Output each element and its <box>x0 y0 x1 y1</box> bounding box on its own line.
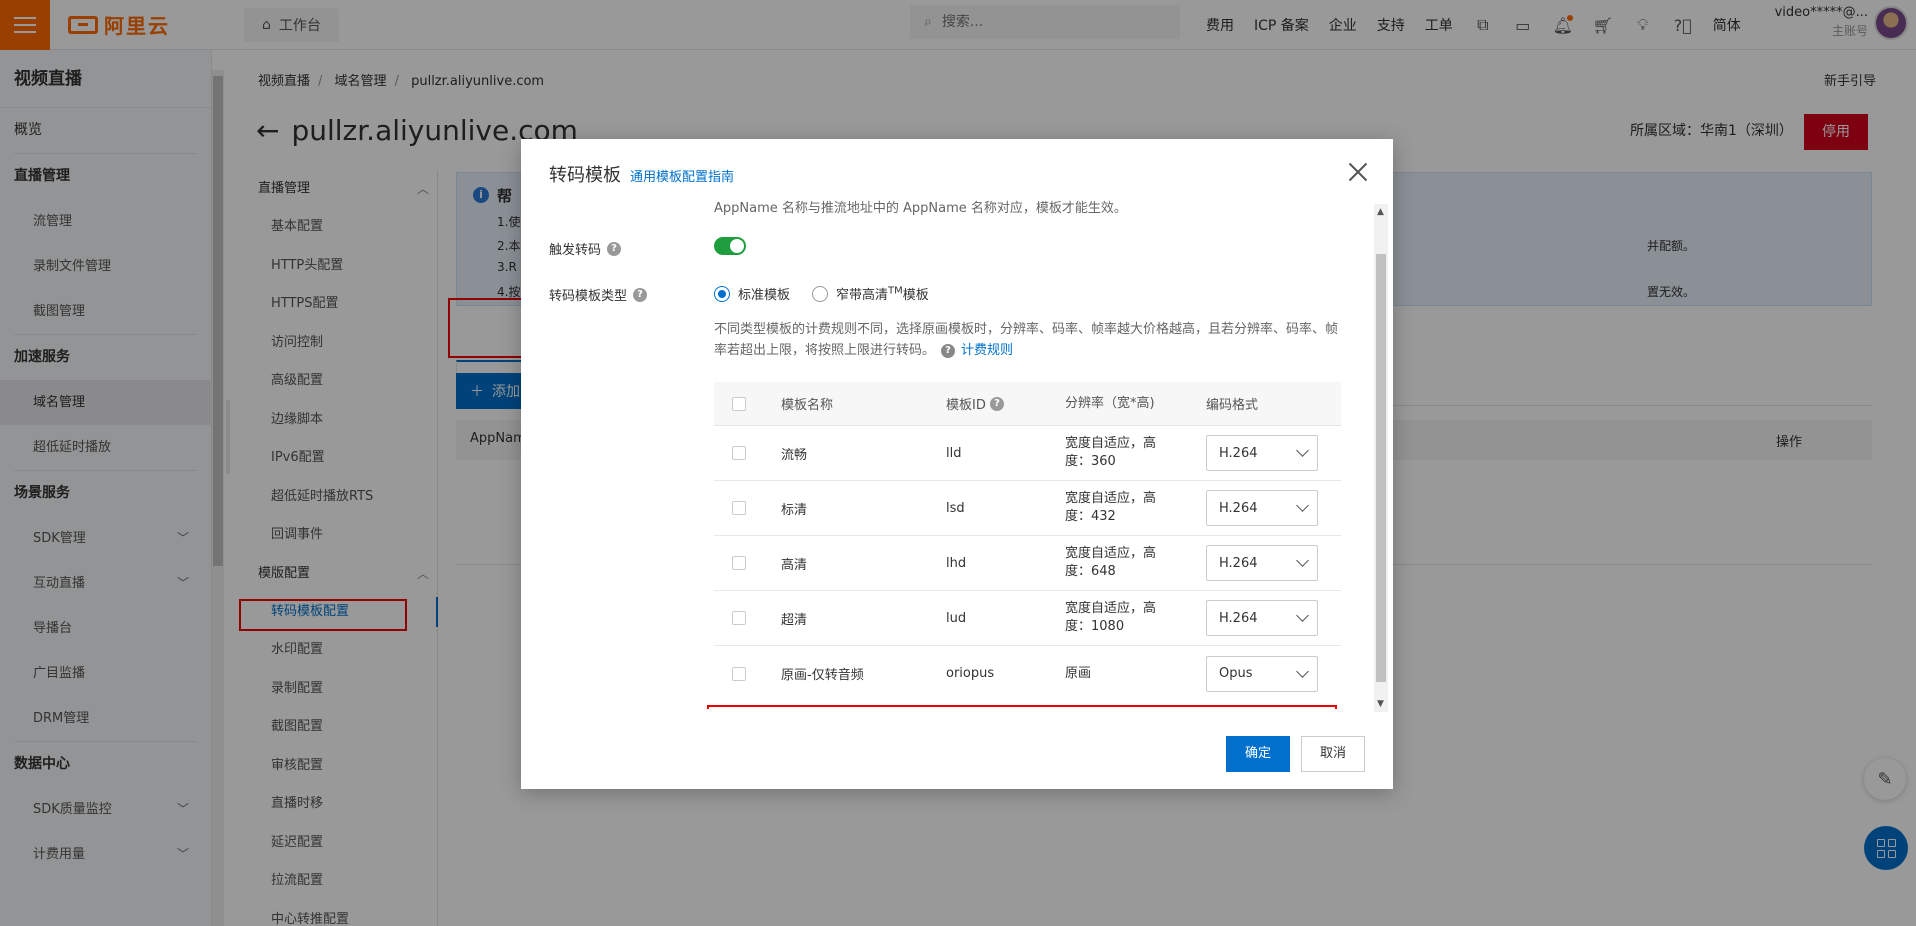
table-row: 流畅 lld 宽度自适应，高度：360 H.264 <box>714 426 1341 481</box>
transcode-template-table: 模板名称 模板ID ? 分辨率（宽*高) 编码格式 流畅 lld 宽度自适应，高… <box>714 382 1341 701</box>
chevron-down-icon <box>1296 499 1309 512</box>
row-checkbox[interactable] <box>732 501 746 515</box>
scroll-down-icon[interactable]: ▼ <box>1377 699 1384 709</box>
radio-standard[interactable] <box>714 285 730 302</box>
trigger-transcode-toggle[interactable] <box>714 237 746 255</box>
billing-rule-link[interactable]: 计费规则 <box>961 343 1013 358</box>
dialog-scrollbar[interactable]: ▲ ▼ <box>1374 204 1388 712</box>
table-row: 高清 lhd 宽度自适应，高度：648 H.264 <box>714 536 1341 591</box>
chevron-down-icon <box>1296 554 1309 567</box>
close-icon[interactable] <box>1345 159 1371 185</box>
table-row: 原画-仅转音频 oriopus 原画 Opus <box>714 646 1341 701</box>
row-checkbox[interactable] <box>732 446 746 460</box>
template-type-label: 转码模板类型 ? <box>549 285 648 304</box>
codec-select[interactable]: H.264 <box>1206 600 1318 636</box>
question-icon[interactable]: ? <box>633 287 648 302</box>
codec-select[interactable]: Opus <box>1206 655 1318 692</box>
table-header: 模板名称 模板ID ? 分辨率（宽*高) 编码格式 <box>714 382 1341 426</box>
row-checkbox[interactable] <box>732 611 746 625</box>
table-row: 标清 lsd 宽度自适应，高度：432 H.264 <box>714 481 1341 536</box>
radio-narrowband-label[interactable]: 窄带高清TM模板 <box>836 284 929 303</box>
question-icon[interactable]: ? <box>607 241 622 256</box>
opus-row-highlight-box <box>707 705 1337 709</box>
codec-select[interactable]: H.264 <box>1206 435 1318 471</box>
codec-select[interactable]: H.264 <box>1206 545 1318 581</box>
chevron-down-icon <box>1296 609 1309 622</box>
row-checkbox[interactable] <box>732 666 746 681</box>
question-icon[interactable]: ? <box>990 396 1004 411</box>
chevron-down-icon <box>1296 444 1309 457</box>
confirm-button[interactable]: 确定 <box>1226 736 1290 772</box>
transcode-template-dialog: 转码模板 通用模板配置指南 AppName 名称与推流地址中的 AppName … <box>521 139 1393 789</box>
template-guide-link[interactable]: 通用模板配置指南 <box>630 166 734 185</box>
scroll-up-icon[interactable]: ▲ <box>1377 207 1384 217</box>
question-icon[interactable]: ? <box>941 343 956 358</box>
codec-select[interactable]: H.264 <box>1206 490 1318 526</box>
select-all-checkbox[interactable] <box>732 396 746 411</box>
appname-hint: AppName 名称与推流地址中的 AppName 名称对应，模板才能生效。 <box>714 201 1127 216</box>
chevron-down-icon <box>1296 664 1309 678</box>
trigger-transcode-label: 触发转码 ? <box>549 239 622 258</box>
radio-narrowband[interactable] <box>812 285 829 302</box>
template-type-radios: 标准模板 窄带高清TM模板 <box>714 284 929 303</box>
row-checkbox[interactable] <box>732 556 746 570</box>
table-row: 超清 lud 宽度自适应，高度：1080 H.264 <box>714 591 1341 646</box>
billing-note: 不同类型模板的计费规则不同，选择原画模板时，分辨率、码率、帧率越大价格越高，且若… <box>714 322 1339 358</box>
cancel-button[interactable]: 取消 <box>1301 736 1365 772</box>
dialog-body: AppName 名称与推流地址中的 AppName 名称对应，模板才能生效。 触… <box>521 199 1393 709</box>
dialog-title: 转码模板 <box>549 165 621 186</box>
